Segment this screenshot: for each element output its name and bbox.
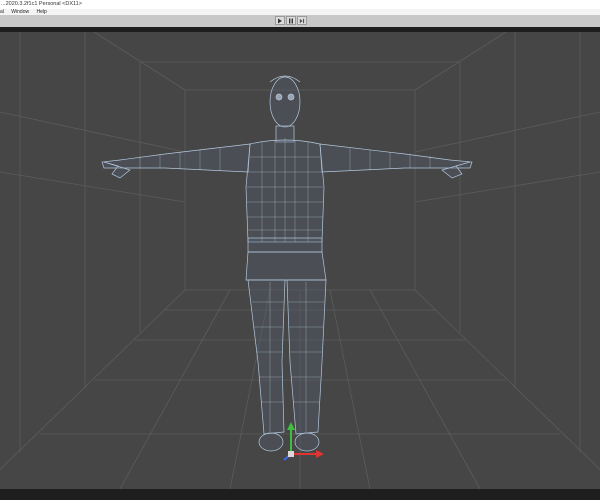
step-icon	[299, 18, 305, 23]
pause-button[interactable]	[286, 16, 296, 25]
play-button[interactable]	[275, 16, 285, 25]
character-left-leg	[247, 279, 286, 435]
character-left-foot	[258, 432, 284, 452]
character-left-arm	[101, 143, 251, 173]
main-toolbar	[0, 15, 600, 27]
character-wireframe[interactable]	[101, 75, 473, 452]
pause-icon	[289, 18, 293, 23]
window-title: ...2020.3.2f1c1 Personal <DX11>	[1, 1, 82, 7]
scene-view	[0, 32, 600, 489]
character-head	[269, 76, 301, 128]
step-button[interactable]	[297, 16, 307, 25]
character-right-leg	[286, 279, 327, 435]
status-bar	[0, 489, 600, 500]
gizmo-center	[288, 451, 294, 457]
gizmo-x-arrow-icon	[316, 450, 324, 458]
window-title-bar: ...2020.3.2f1c1 Personal <DX11>	[0, 0, 600, 9]
gizmo-y-arrow-icon	[287, 422, 295, 430]
play-controls	[275, 16, 308, 25]
character-right-foot	[294, 432, 320, 452]
play-icon	[278, 18, 282, 23]
scene-viewport[interactable]	[0, 32, 600, 489]
